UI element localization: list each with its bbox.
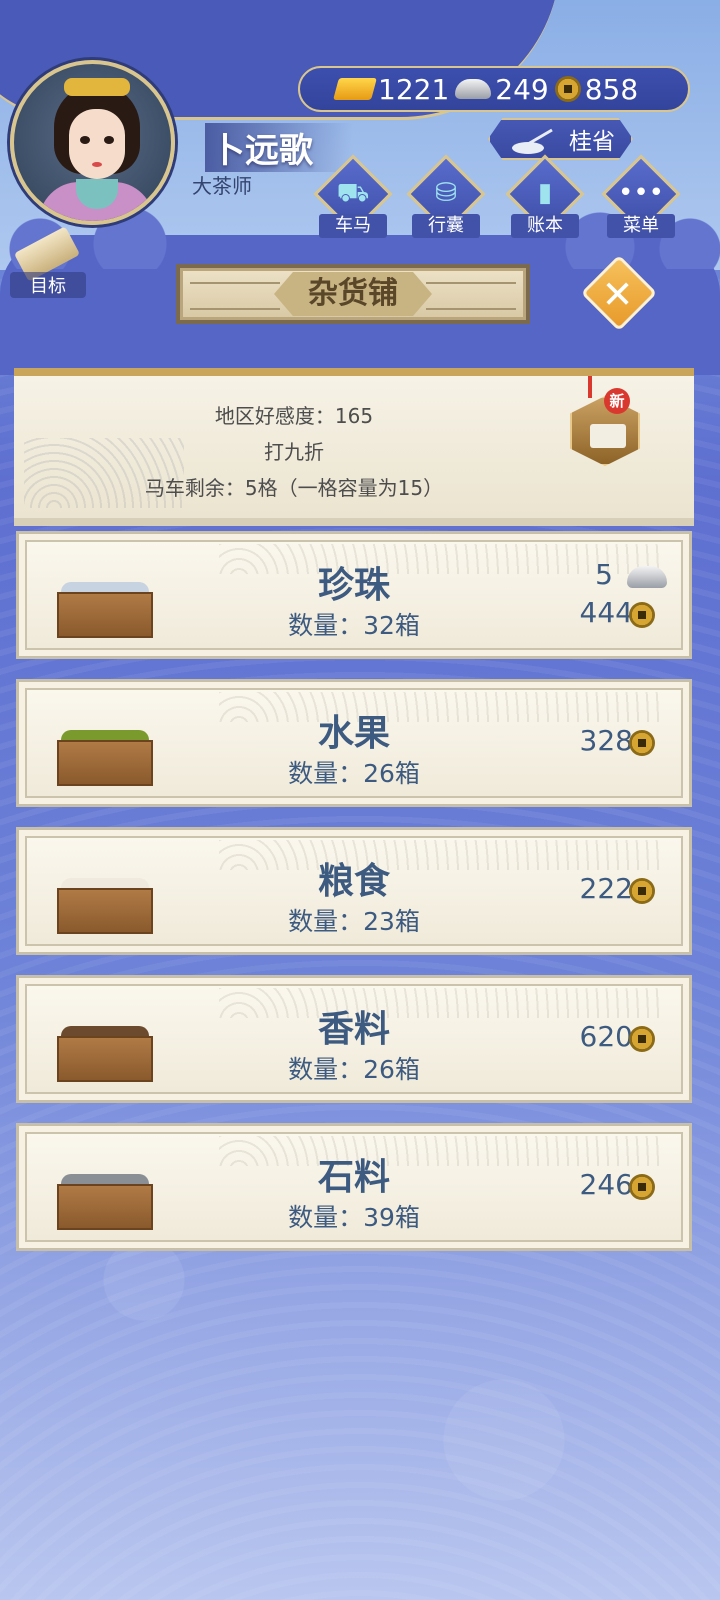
goods-price: 246	[579, 1168, 633, 1201]
goods-crate-icon	[57, 1026, 153, 1082]
crate-body	[57, 888, 153, 934]
new-goods-box-icon	[590, 424, 626, 448]
avatar-crown	[64, 78, 130, 96]
currency-bar: 1221 249 858	[298, 66, 690, 112]
goal-label: 目标	[10, 272, 86, 298]
goods-crate-icon	[57, 582, 153, 638]
shop-title-banner: 杂货铺	[176, 264, 530, 324]
goods-item-pearl[interactable]: 珍珠 数量：32箱 5 444	[16, 531, 692, 659]
goods-quantity: 数量：23箱	[288, 907, 420, 936]
menu-more-button[interactable]: ••• 菜单	[601, 154, 681, 240]
carriage-icon: ⛟	[336, 178, 370, 208]
close-icon: ✕	[601, 272, 634, 317]
silver-amount: 249	[495, 72, 549, 106]
goods-price: 222	[579, 872, 633, 905]
goods-silver-price: 5	[595, 558, 613, 591]
goods-name: 香料	[317, 1009, 390, 1050]
goods-name: 水果	[317, 713, 390, 754]
goods-crate-icon	[57, 1174, 153, 1230]
copper-coin-icon	[629, 602, 655, 628]
shop-info-panel: 地区好感度：165 打九折 马车剩余：5格（一格容量为15）	[14, 368, 694, 526]
menu-ledger-button[interactable]: ▮ 账本	[505, 154, 585, 240]
goods-name: 石料	[317, 1157, 390, 1198]
discount-text: 打九折	[264, 440, 324, 464]
avatar-eye	[104, 136, 114, 144]
menu-bag-label: 行囊	[412, 214, 480, 238]
player-avatar[interactable]	[10, 60, 175, 225]
crate-body	[57, 1036, 153, 1082]
goods-crate-icon	[57, 878, 153, 934]
new-pin-decoration	[588, 376, 592, 398]
silver-ingot-icon	[627, 566, 667, 588]
region-favor-text: 地区好感度：165	[214, 404, 374, 428]
cart-capacity-text: 马车剩余：5格（一格容量为15）	[144, 476, 444, 500]
goods-price: 620	[579, 1020, 633, 1053]
goods-name: 粮食	[317, 861, 390, 902]
crate-body	[57, 592, 153, 638]
new-badge: 新	[604, 388, 630, 414]
goods-item-grain[interactable]: 粮食 数量：23箱 222	[16, 827, 692, 955]
goods-item-stone[interactable]: 石料 数量：39箱 246	[16, 1123, 692, 1251]
silver-currency: 249	[455, 72, 549, 106]
copper-coin-icon	[629, 1026, 655, 1052]
menu-carriage-label: 车马	[319, 214, 387, 238]
gold-bar-icon	[333, 78, 377, 100]
ledger-icon: ▮	[537, 178, 553, 208]
goods-quantity: 数量：26箱	[288, 759, 420, 788]
copper-coin-icon	[629, 730, 655, 756]
goods-price: 328	[579, 724, 633, 757]
goods-crate-icon	[57, 730, 153, 786]
avatar-eye	[80, 136, 90, 144]
goods-quantity: 数量：26箱	[288, 1055, 420, 1084]
crate-body	[57, 740, 153, 786]
goods-quantity: 数量：39箱	[288, 1203, 420, 1232]
gold-currency: 1221	[333, 72, 450, 106]
player-title: 大茶师	[192, 174, 252, 198]
goods-name: 珍珠	[317, 565, 390, 606]
shop-title: 杂货铺	[274, 272, 432, 316]
goods-price: 444	[579, 596, 633, 629]
copper-coin-icon	[629, 878, 655, 904]
avatar-mouth	[92, 162, 102, 167]
copper-amount: 858	[584, 72, 639, 106]
copper-currency: 858	[554, 72, 639, 106]
crate-body	[57, 1184, 153, 1230]
menu-carriage-button[interactable]: ⛟ 车马	[313, 154, 393, 240]
menu-more-label: 菜单	[607, 214, 675, 238]
region-name: 桂省	[569, 129, 615, 155]
region-button[interactable]: 桂省	[488, 118, 633, 160]
menu-bag-button[interactable]: ⛁ 行囊	[406, 154, 486, 240]
goods-item-spice[interactable]: 香料 数量：26箱 620	[16, 975, 692, 1103]
avatar-face	[69, 109, 125, 179]
goods-quantity: 数量：32箱	[288, 611, 420, 640]
more-icon: •••	[617, 178, 664, 208]
bag-icon: ⛁	[435, 178, 457, 208]
silver-ingot-icon	[455, 79, 492, 99]
gold-amount: 1221	[378, 72, 450, 106]
tea-scoop-icon	[512, 128, 553, 154]
menu-ledger-label: 账本	[511, 214, 579, 238]
goal-button[interactable]: 目标	[10, 226, 86, 298]
copper-coin-icon	[629, 1174, 655, 1200]
copper-coin-icon	[554, 76, 581, 102]
goods-item-fruit[interactable]: 水果 数量：26箱 328	[16, 679, 692, 807]
